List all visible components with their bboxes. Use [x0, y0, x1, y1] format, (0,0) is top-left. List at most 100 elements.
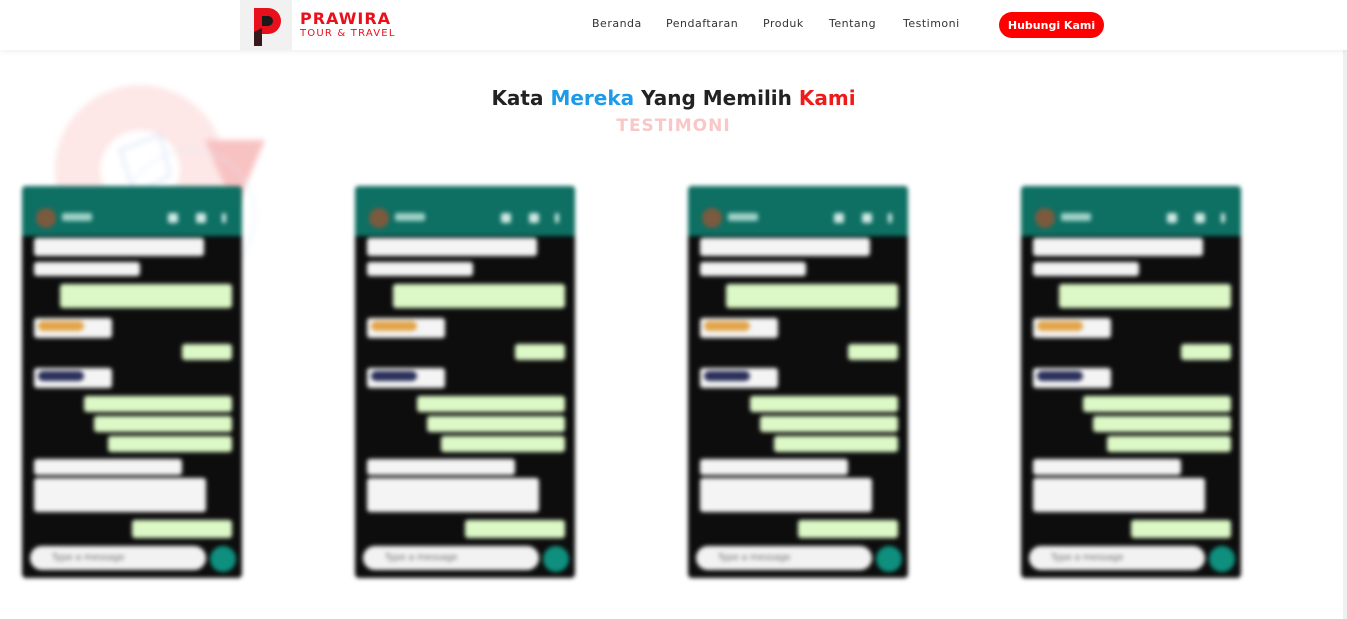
chat-bubble	[367, 262, 473, 276]
nav-item-testimoni[interactable]: Testimoni	[903, 17, 960, 30]
phone-call-icon	[1195, 213, 1205, 223]
chat-bubble	[1107, 436, 1231, 452]
chat-bubble	[94, 416, 232, 432]
send-icon	[543, 546, 569, 572]
video-call-icon	[834, 213, 844, 223]
title-part-3: Yang Memilih	[634, 86, 799, 110]
chat-bubble	[417, 396, 565, 412]
contact-name	[395, 213, 425, 221]
phone-call-icon	[196, 213, 206, 223]
contact-name	[62, 213, 92, 221]
chat-bubble	[182, 344, 232, 360]
nav-item-produk[interactable]: Produk	[763, 17, 804, 30]
more-icon	[555, 213, 559, 223]
chat-bubble	[726, 284, 898, 308]
chat-bubble	[798, 520, 898, 538]
chat-bubble	[108, 436, 232, 452]
message-input-placeholder: Type a message	[1051, 553, 1124, 563]
brand-name: PRAWIRA	[300, 9, 392, 28]
brand-logo[interactable]: PRAWIRA TOUR & TRAVEL	[240, 0, 396, 50]
chat-bubble	[34, 318, 112, 338]
title-highlight-mereka: Mereka	[550, 86, 635, 110]
chat-bubble	[34, 368, 112, 388]
send-icon	[876, 546, 902, 572]
chat-bubble	[427, 416, 565, 432]
contact-name	[728, 213, 758, 221]
testimonial-screenshot[interactable]: Type a message	[22, 186, 242, 578]
nav-item-pendaftaran[interactable]: Pendaftaran	[666, 17, 738, 30]
message-input-placeholder: Type a message	[385, 553, 458, 563]
chat-bubble	[1033, 262, 1139, 276]
phone-call-icon	[862, 213, 872, 223]
chat-bubble	[1093, 416, 1231, 432]
chat-bubble	[700, 459, 848, 475]
chat-bubble	[34, 262, 140, 276]
chat-bubble	[1181, 344, 1231, 360]
chat-bubble	[367, 459, 515, 475]
chat-bubble	[60, 284, 232, 308]
page-scrollbar[interactable]	[1343, 0, 1347, 619]
chat-header	[22, 186, 242, 236]
title-highlight-kami: Kami	[798, 86, 856, 110]
message-input-placeholder: Type a message	[52, 553, 125, 563]
section-subtitle: TESTIMONI	[616, 116, 731, 136]
video-call-icon	[168, 213, 178, 223]
chat-bubble	[34, 459, 182, 475]
chat-bubble	[84, 396, 232, 412]
chat-bubble	[700, 262, 806, 276]
testimonial-screenshot[interactable]: Type a message	[1021, 186, 1241, 578]
avatar	[36, 208, 56, 228]
title-part-1: Kata	[491, 86, 551, 110]
nav-item-beranda[interactable]: Beranda	[592, 17, 642, 30]
phone-call-icon	[529, 213, 539, 223]
chat-header	[355, 186, 575, 236]
chat-bubble	[34, 478, 206, 512]
chat-bubble	[367, 478, 539, 512]
chat-bubble	[441, 436, 565, 452]
avatar	[702, 208, 722, 228]
avatar	[369, 208, 389, 228]
chat-bubble	[1033, 238, 1203, 256]
more-icon	[1221, 213, 1225, 223]
chat-bubble	[1131, 520, 1231, 538]
chat-bubble	[700, 368, 778, 388]
avatar	[1035, 208, 1055, 228]
chat-bubble	[1033, 459, 1181, 475]
chat-bubble	[700, 318, 778, 338]
send-icon	[210, 546, 236, 572]
chat-bubble	[367, 368, 445, 388]
chat-bubble	[700, 478, 872, 512]
nav-item-tentang[interactable]: Tentang	[829, 17, 876, 30]
testimonial-screenshot[interactable]: Type a message	[355, 186, 575, 578]
chat-bubble	[760, 416, 898, 432]
chat-bubble	[34, 238, 204, 256]
chat-bubble	[1033, 368, 1111, 388]
chat-bubble	[367, 238, 537, 256]
chat-bubble	[700, 238, 870, 256]
chat-bubble	[393, 284, 565, 308]
chat-bubble	[132, 520, 232, 538]
video-call-icon	[501, 213, 511, 223]
chat-bubble	[465, 520, 565, 538]
chat-bubble	[367, 318, 445, 338]
chat-header	[688, 186, 908, 236]
chat-header	[1021, 186, 1241, 236]
logo-mark-icon	[240, 0, 292, 50]
more-icon	[888, 213, 892, 223]
chat-bubble	[1033, 478, 1205, 512]
testimonial-screenshot[interactable]: Type a message	[688, 186, 908, 578]
contact-name	[1061, 213, 1091, 221]
chat-bubble	[848, 344, 898, 360]
brand-tagline: TOUR & TRAVEL	[300, 28, 396, 39]
chat-bubble	[515, 344, 565, 360]
chat-bubble	[1083, 396, 1231, 412]
more-icon	[222, 213, 226, 223]
contact-us-button[interactable]: Hubungi Kami	[999, 12, 1104, 38]
send-icon	[1209, 546, 1235, 572]
navbar: PRAWIRA TOUR & TRAVEL Beranda Pendaftara…	[0, 0, 1347, 50]
chat-bubble	[1059, 284, 1231, 308]
chat-bubble	[774, 436, 898, 452]
video-call-icon	[1167, 213, 1177, 223]
section-title: Kata Mereka Yang Memilih Kami	[0, 86, 1347, 110]
chat-bubble	[1033, 318, 1111, 338]
